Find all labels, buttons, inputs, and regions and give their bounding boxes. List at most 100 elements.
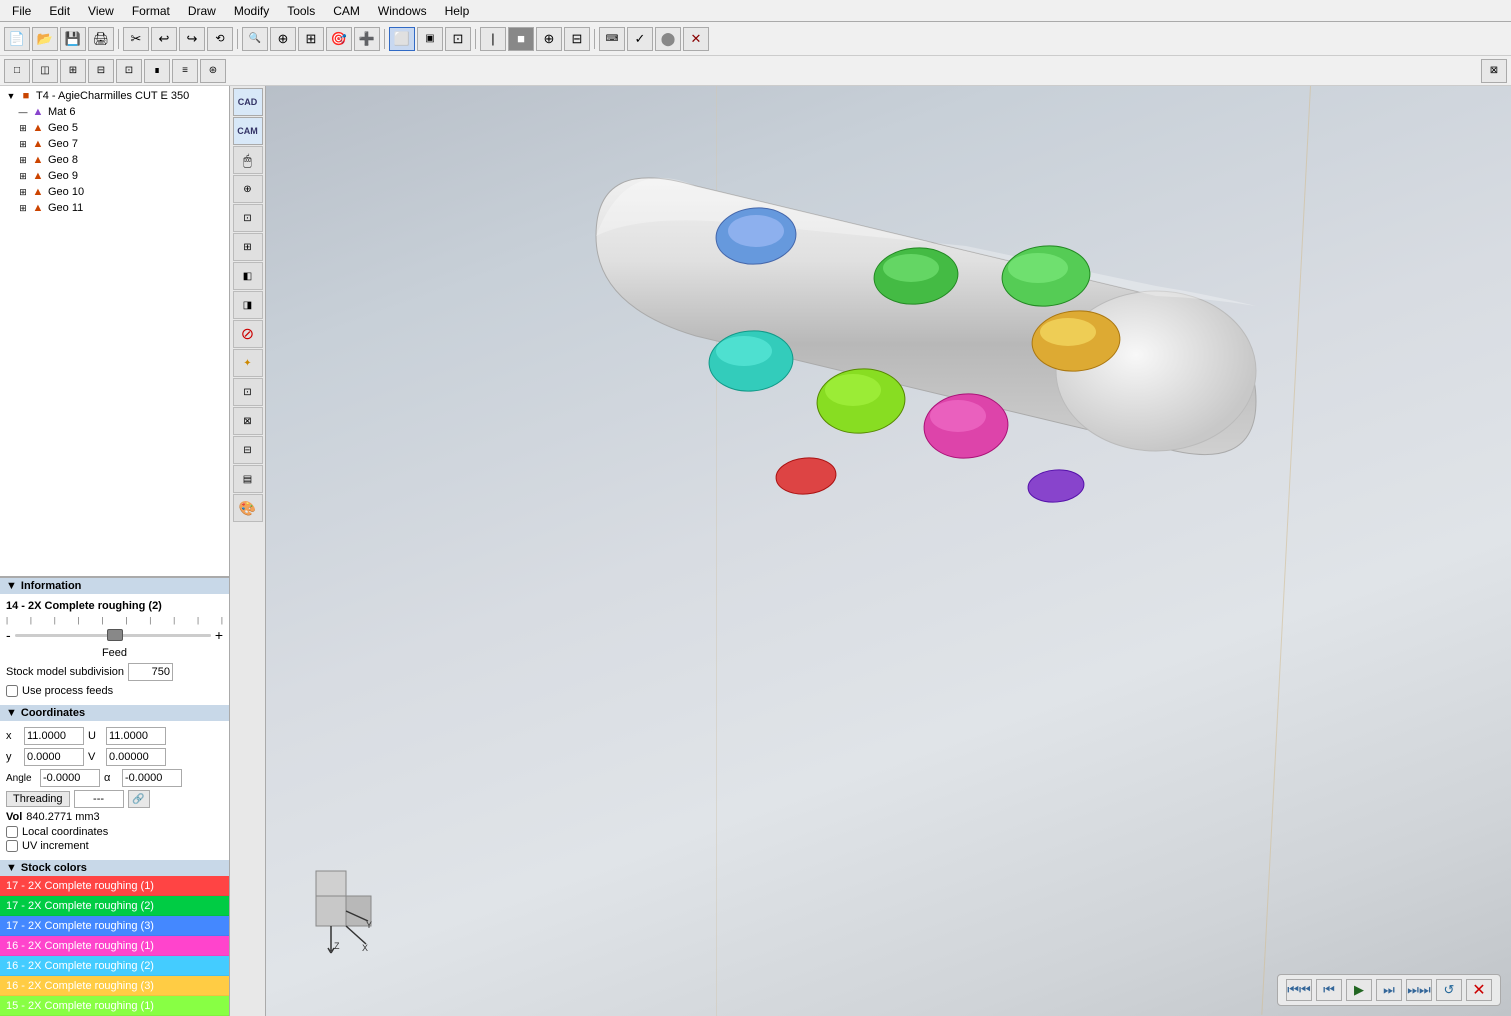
feed-thumb[interactable] <box>107 629 123 641</box>
tree-expand-geo11[interactable]: ⊞ <box>16 203 30 214</box>
side-star-btn[interactable]: ✦ <box>233 349 263 377</box>
tree-expand-geo9[interactable]: ⊞ <box>16 171 30 182</box>
uv-increment-checkbox[interactable] <box>6 840 18 852</box>
stock-panel-header[interactable]: ▼ Stock colors <box>0 860 229 876</box>
toolbar-add[interactable]: ➕ <box>354 27 380 51</box>
tree-geo11[interactable]: ⊞ ▲ Geo 11 <box>2 200 227 216</box>
pb-prev[interactable]: ⏮ <box>1316 979 1342 1001</box>
tb2-3[interactable]: ⊞ <box>60 59 86 83</box>
toolbar-view-solid[interactable]: ■ <box>508 27 534 51</box>
tree-expand-geo7[interactable]: ⊞ <box>16 139 30 150</box>
tree-root[interactable]: ▼ ■ T4 - AgieCharmilles CUT E 350 <box>2 88 227 104</box>
toolbar-cut[interactable]: ✂ <box>123 27 149 51</box>
menu-edit[interactable]: Edit <box>41 2 78 20</box>
stock-item-2[interactable]: 17 - 2X Complete roughing (3) <box>0 916 229 936</box>
coord-y-input[interactable] <box>24 748 84 766</box>
toolbar-center[interactable]: 🎯 <box>326 27 352 51</box>
tree-geo8[interactable]: ⊞ ▲ Geo 8 <box>2 152 227 168</box>
pb-skip-end[interactable]: ⏭⏭ <box>1406 979 1432 1001</box>
toolbar-circle[interactable]: ⬤ <box>655 27 681 51</box>
side-tool2-btn[interactable]: ◨ <box>233 291 263 319</box>
side-measure-btn[interactable]: ⊞ <box>233 233 263 261</box>
stock-item-5[interactable]: 16 - 2X Complete roughing (3) <box>0 976 229 996</box>
toolbar-open[interactable]: 📂 <box>32 27 58 51</box>
stock-item-0[interactable]: 17 - 2X Complete roughing (1) <box>0 876 229 896</box>
toolbar-new[interactable]: 📄 <box>4 27 30 51</box>
menu-help[interactable]: Help <box>437 2 478 20</box>
threading-button[interactable]: Threading <box>6 791 70 807</box>
stock-item-4[interactable]: 16 - 2X Complete roughing (2) <box>0 956 229 976</box>
tree-geo9[interactable]: ⊞ ▲ Geo 9 <box>2 168 227 184</box>
toolbar-zoom-all[interactable]: ⊞ <box>298 27 324 51</box>
process-feeds-checkbox[interactable] <box>6 685 18 697</box>
menu-cam[interactable]: CAM <box>325 2 368 20</box>
tree-geo5[interactable]: ⊞ ▲ Geo 5 <box>2 120 227 136</box>
side-layer-btn[interactable]: ⊟ <box>233 436 263 464</box>
toolbar-zoom-window[interactable]: ⊕ <box>270 27 296 51</box>
side-select-btn[interactable]: ⊕ <box>233 175 263 203</box>
toolbar-redo[interactable]: ↪ <box>179 27 205 51</box>
side-snap-btn[interactable]: ⊡ <box>233 204 263 232</box>
stock-item-6[interactable]: 15 - 2X Complete roughing (1) <box>0 996 229 1016</box>
coord-angle-input[interactable] <box>40 769 100 787</box>
toolbar-view-line[interactable]: | <box>480 27 506 51</box>
local-coords-checkbox[interactable] <box>6 826 18 838</box>
tb2-6[interactable]: ∎ <box>144 59 170 83</box>
pb-next[interactable]: ⏭ <box>1376 979 1402 1001</box>
toolbar-view-box[interactable]: ⬜ <box>389 27 415 51</box>
tree-expand-root[interactable]: ▼ <box>4 91 18 101</box>
side-box-btn[interactable]: ⊡ <box>233 378 263 406</box>
stock-item-1[interactable]: 17 - 2X Complete roughing (2) <box>0 896 229 916</box>
stock-item-3[interactable]: 16 - 2X Complete roughing (1) <box>0 936 229 956</box>
threading-icon-btn[interactable]: 🔗 <box>128 790 150 808</box>
side-align-btn[interactable]: ⊘ <box>233 320 263 348</box>
menu-modify[interactable]: Modify <box>226 2 277 20</box>
toolbar-view-box2[interactable]: ▣ <box>417 27 443 51</box>
coord-alpha-input[interactable] <box>122 769 182 787</box>
side-cursor-btn[interactable]: 🖱 <box>233 146 263 174</box>
menu-file[interactable]: File <box>4 2 39 20</box>
coord-v-input[interactable] <box>106 748 166 766</box>
pb-stop[interactable]: ✕ <box>1466 979 1492 1001</box>
info-panel-header[interactable]: ▼ Information <box>0 578 229 594</box>
tb2-5[interactable]: ⊡ <box>116 59 142 83</box>
menu-draw[interactable]: Draw <box>180 2 224 20</box>
tb2-2[interactable]: ◫ <box>32 59 58 83</box>
tb2-1[interactable]: □ <box>4 59 30 83</box>
toolbar-undo[interactable]: ↩ <box>151 27 177 51</box>
menu-windows[interactable]: Windows <box>370 2 435 20</box>
coord-u-input[interactable] <box>106 727 166 745</box>
tree-mat6[interactable]: — ▲ Mat 6 <box>2 104 227 120</box>
tree-expand-geo5[interactable]: ⊞ <box>16 123 30 134</box>
cad-icon[interactable]: CAD <box>233 88 263 116</box>
subdivision-input[interactable] <box>128 663 173 681</box>
toolbar-zoom-in[interactable]: 🔍 <box>242 27 268 51</box>
toolbar-view-flat[interactable]: ⊟ <box>564 27 590 51</box>
pb-play[interactable]: ▶ <box>1346 979 1372 1001</box>
tb2-4[interactable]: ⊟ <box>88 59 114 83</box>
toolbar-view-center[interactable]: ⊕ <box>536 27 562 51</box>
toolbar-rotate-undo[interactable]: ⟲ <box>207 27 233 51</box>
tb2-7[interactable]: ≡ <box>172 59 198 83</box>
viewport[interactable]: Z Y X ⏮⏮ ⏮ ▶ ⏭ ⏭⏭ ↺ ✕ <box>266 86 1511 1016</box>
tree-expand-mat6[interactable]: — <box>16 107 30 117</box>
tree-area[interactable]: ▼ ■ T4 - AgieCharmilles CUT E 350 — ▲ Ma… <box>0 86 229 577</box>
side-tool1-btn[interactable]: ◧ <box>233 262 263 290</box>
tree-geo10[interactable]: ⊞ ▲ Geo 10 <box>2 184 227 200</box>
tree-expand-geo8[interactable]: ⊞ <box>16 155 30 166</box>
toolbar-view3[interactable]: ⊡ <box>445 27 471 51</box>
pb-skip-start[interactable]: ⏮⏮ <box>1286 979 1312 1001</box>
toolbar-print[interactable]: 🖨 <box>88 27 114 51</box>
menu-view[interactable]: View <box>80 2 122 20</box>
menu-tools[interactable]: Tools <box>279 2 323 20</box>
tree-geo7[interactable]: ⊞ ▲ Geo 7 <box>2 136 227 152</box>
toolbar-cancel2[interactable]: ✕ <box>683 27 709 51</box>
side-diag-btn[interactable]: ⊠ <box>233 407 263 435</box>
threading-value-input[interactable] <box>74 790 124 808</box>
cam-icon[interactable]: CAM <box>233 117 263 145</box>
toolbar-save[interactable]: 💾 <box>60 27 86 51</box>
side-paint-btn[interactable]: 🎨 <box>233 494 263 522</box>
coords-panel-header[interactable]: ▼ Coordinates <box>0 705 229 721</box>
coord-x-input[interactable] <box>24 727 84 745</box>
side-hatch-btn[interactable]: ▤ <box>233 465 263 493</box>
